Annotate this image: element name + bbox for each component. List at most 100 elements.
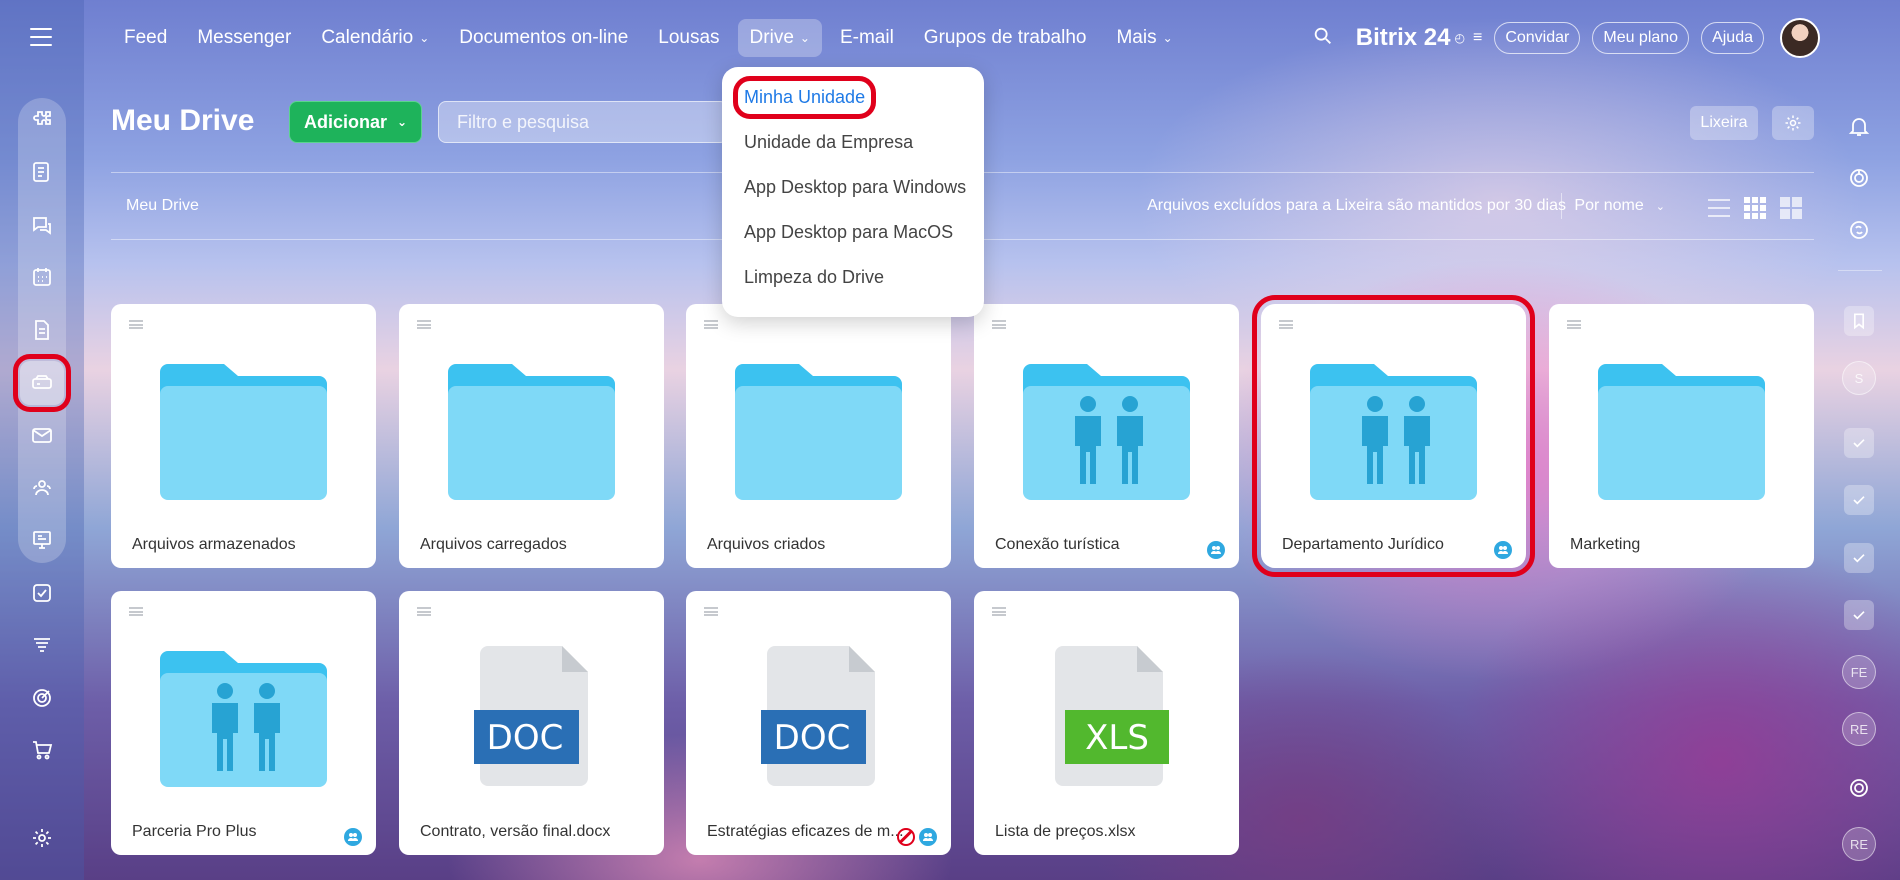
- document-icon[interactable]: [20, 308, 64, 352]
- sort-select[interactable]: Por nome ⌄: [1561, 193, 1677, 219]
- list-view-icon[interactable]: [1708, 197, 1730, 219]
- card-title: Arquivos criados: [707, 536, 826, 553]
- nav-item-online-documents[interactable]: Documentos on-line: [447, 19, 640, 57]
- nav-item-drive[interactable]: Drive ⌄: [737, 19, 822, 57]
- svg-text:XLS: XLS: [1085, 718, 1149, 758]
- card-title: Marketing: [1570, 536, 1641, 553]
- bookmark-icon[interactable]: [1844, 306, 1874, 336]
- breadcrumb[interactable]: Meu Drive: [126, 197, 199, 215]
- chat-icon[interactable]: [20, 203, 64, 247]
- nav-item-more[interactable]: Mais ⌄: [1104, 19, 1184, 57]
- file-card[interactable]: XLS Lista de preços.xlsx: [974, 591, 1239, 855]
- drag-handle-icon[interactable]: [129, 320, 143, 329]
- funnel-icon[interactable]: [20, 623, 64, 667]
- chevron-down-icon: ⌄: [396, 115, 408, 129]
- users-icon[interactable]: [20, 466, 64, 510]
- copilot-icon[interactable]: [1837, 766, 1881, 810]
- add-button[interactable]: Adicionar ⌄: [289, 101, 422, 143]
- menu-item-desktop-macos[interactable]: App Desktop para MacOS: [722, 210, 984, 255]
- menu-icon[interactable]: [30, 28, 52, 46]
- drag-handle-icon[interactable]: [129, 607, 143, 616]
- small-grid-view-icon[interactable]: [1744, 197, 1766, 219]
- card-title: Contrato, versão final.docx: [420, 823, 611, 840]
- drag-handle-icon[interactable]: [992, 320, 1006, 329]
- folder-card[interactable]: Arquivos criados: [686, 304, 951, 568]
- drag-handle-icon[interactable]: [992, 607, 1006, 616]
- puzzle-icon[interactable]: [20, 98, 64, 142]
- page-title: Meu Drive: [111, 104, 255, 137]
- drag-handle-icon[interactable]: [1279, 320, 1293, 329]
- menu-item-company-drive[interactable]: Unidade da Empresa: [722, 120, 984, 165]
- chevron-down-icon: ⌄: [419, 31, 430, 45]
- search-icon[interactable]: [1312, 25, 1334, 52]
- top-navigation: Feed Messenger Calendário ⌄ Documentos on…: [84, 0, 1820, 76]
- cart-icon[interactable]: [20, 728, 64, 772]
- contact-avatar[interactable]: S: [1842, 361, 1876, 395]
- left-sidebar: [0, 0, 84, 880]
- filter-search-input[interactable]: [438, 101, 728, 143]
- drag-handle-icon[interactable]: [704, 320, 718, 329]
- folder-icon: [735, 364, 902, 500]
- folder-icon: [1598, 364, 1765, 500]
- tasks-icon[interactable]: [20, 571, 64, 615]
- trash-button[interactable]: Lixeira: [1690, 106, 1758, 140]
- shared-folder-card[interactable]: Departamento Jurídico: [1252, 295, 1535, 577]
- help-button[interactable]: Ajuda: [1701, 22, 1764, 54]
- card-title: Conexão turística: [995, 536, 1120, 553]
- card-title: Arquivos carregados: [420, 536, 567, 553]
- contact-avatar[interactable]: RE: [1842, 712, 1876, 746]
- svg-text:DOC: DOC: [774, 718, 851, 758]
- nav-item-email[interactable]: E-mail: [828, 19, 906, 57]
- drag-handle-icon[interactable]: [704, 607, 718, 616]
- clock-icon: ◴: [1454, 31, 1465, 45]
- task-check-icon[interactable]: [1844, 428, 1874, 458]
- shared-folder-card[interactable]: Parceria Pro Plus: [111, 591, 376, 855]
- folder-card[interactable]: Arquivos armazenados: [111, 304, 376, 568]
- menu-item-drive-cleanup[interactable]: Limpeza do Drive: [722, 255, 984, 300]
- nav-item-messenger[interactable]: Messenger: [185, 19, 303, 57]
- menu-item-my-drive[interactable]: Minha Unidade: [722, 75, 984, 120]
- copilot-icon[interactable]: [1837, 156, 1881, 200]
- menu-item-desktop-windows[interactable]: App Desktop para Windows: [722, 165, 984, 210]
- large-grid-view-icon[interactable]: [1780, 197, 1802, 219]
- bell-icon[interactable]: [1837, 104, 1881, 148]
- user-avatar[interactable]: [1780, 18, 1820, 58]
- target-icon[interactable]: [20, 676, 64, 720]
- nav-item-boards[interactable]: Lousas: [646, 19, 731, 57]
- nav-item-calendar[interactable]: Calendário ⌄: [309, 19, 441, 57]
- calendar-icon[interactable]: [20, 255, 64, 299]
- nav-item-workgroups[interactable]: Grupos de trabalho: [912, 19, 1099, 57]
- folder-card[interactable]: Arquivos carregados: [399, 304, 664, 568]
- drag-handle-icon[interactable]: [1567, 320, 1581, 329]
- drive-icon[interactable]: [13, 354, 71, 412]
- task-check-icon[interactable]: [1844, 485, 1874, 515]
- file-card[interactable]: DOC Contrato, versão final.docx: [399, 591, 664, 855]
- shared-folder-icon: [1310, 364, 1477, 500]
- brand-logo[interactable]: Bitrix 24 ◴: [1356, 24, 1465, 52]
- contact-avatar[interactable]: RE: [1842, 827, 1876, 861]
- nav-item-feed[interactable]: Feed: [112, 19, 179, 57]
- card-title: Lista de preços.xlsx: [995, 823, 1136, 840]
- task-check-icon[interactable]: [1844, 543, 1874, 573]
- drag-handle-icon[interactable]: [417, 607, 431, 616]
- settings-button[interactable]: [1772, 106, 1814, 140]
- shared-folder-card[interactable]: Conexão turística: [974, 304, 1239, 568]
- settings-icon[interactable]: [20, 816, 64, 860]
- drag-handle-icon[interactable]: [417, 320, 431, 329]
- my-plan-button[interactable]: Meu plano: [1592, 22, 1690, 54]
- chevron-down-icon: ⌄: [1655, 201, 1665, 213]
- nav-right-tools: Bitrix 24 ◴ ≡ Convidar Meu plano Ajuda: [1312, 0, 1820, 76]
- file-card[interactable]: DOC Estratégias eficazes de m...: [686, 591, 951, 855]
- contact-avatar[interactable]: FE: [1842, 655, 1876, 689]
- sliders-icon[interactable]: ≡: [1473, 29, 1482, 47]
- news-feed-icon[interactable]: [20, 150, 64, 194]
- folder-card[interactable]: Marketing: [1549, 304, 1814, 568]
- shared-users-icon: [1494, 541, 1512, 559]
- mail-icon[interactable]: [20, 413, 64, 457]
- right-sidebar: S FE RE RE: [1820, 0, 1900, 880]
- chat-sync-icon[interactable]: [1837, 208, 1881, 252]
- task-check-icon[interactable]: [1844, 600, 1874, 630]
- shared-users-icon: [919, 828, 937, 846]
- invite-button[interactable]: Convidar: [1494, 22, 1581, 54]
- presentation-icon[interactable]: [20, 518, 64, 562]
